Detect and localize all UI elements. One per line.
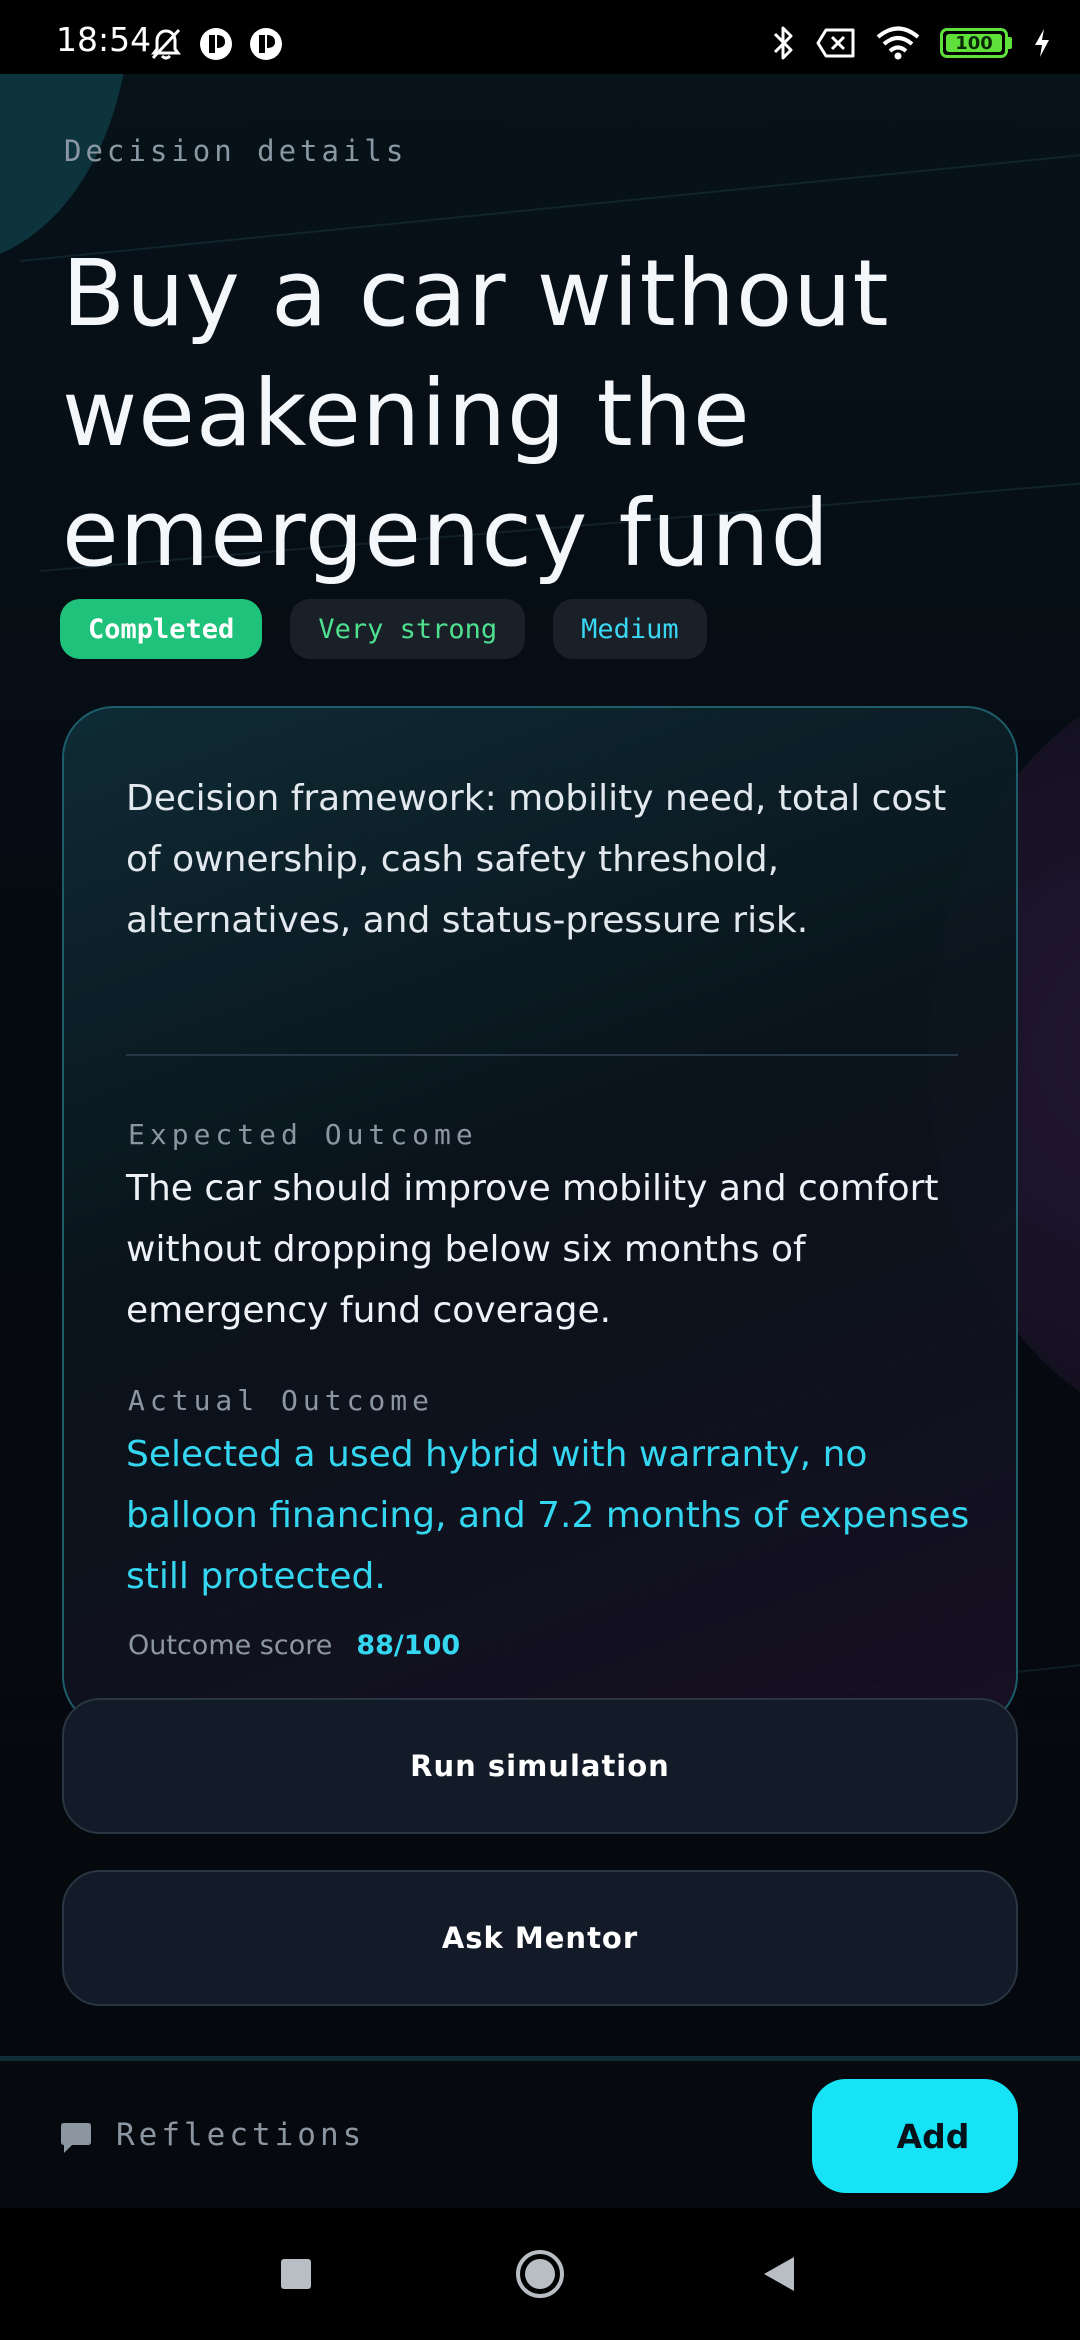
status-right-icons: 100 [772,24,1052,62]
charging-bolt-icon [1035,29,1049,57]
outcome-score-value: 88/100 [356,1630,461,1661]
battery-icon: 100 [940,28,1008,58]
battery-level: 100 [955,32,993,54]
run-simulation-button[interactable]: Run simulation [62,1698,1018,1834]
ask-mentor-button[interactable]: Ask Mentor [62,1870,1018,2006]
system-navigation-bar [0,2208,1080,2340]
status-chip: Completed [60,599,263,659]
sim-disabled-icon [816,28,855,58]
reflections-label: Reflections [116,2117,366,2153]
app-notification-icon [200,28,232,60]
home-circle-icon[interactable] [514,2248,566,2300]
card-divider [126,1054,958,1056]
expected-outcome-text: The car should improve mobility and comf… [126,1168,939,1331]
reflections-bar: Reflections Add [0,2056,1080,2208]
strength-chip: Very strong [290,599,526,659]
decision-tags: Completed Very strong Medium [60,599,707,659]
outcome-score-label: Outcome score [128,1630,333,1661]
risk-chip: Medium [553,599,707,659]
decision-details-screen[interactable]: Decision details Buy a car without weake… [0,74,1080,2208]
page-eyebrow: Decision details [64,134,408,168]
recents-square-icon[interactable] [280,2258,312,2290]
back-triangle-icon[interactable] [762,2255,796,2293]
add-reflection-button[interactable]: Add [812,2079,1018,2193]
status-time: 18:54 [56,20,152,59]
actual-outcome-text: Selected a used hybrid with warranty, no… [126,1434,970,1597]
bluetooth-icon [773,26,793,60]
expected-outcome-label: Expected Outcome [128,1118,478,1151]
status-left-icons [148,26,284,62]
wifi-icon [876,26,920,60]
bell-muted-icon [151,28,181,60]
battery-indicator: 100 [940,28,1012,58]
decision-summary-card: Decision framework: mobility need, total… [62,706,1018,1728]
status-bar: 18:54 100 [0,0,1080,74]
actual-outcome-label: Actual Outcome [128,1384,435,1417]
outcome-score: Outcome score 88/100 [128,1630,460,1661]
app-notification-icon-2 [250,28,282,60]
chat-bubble-icon [61,2123,91,2153]
page-title: Buy a car without weakening the emergenc… [62,240,890,587]
decision-framework-text: Decision framework: mobility need, total… [126,778,947,941]
